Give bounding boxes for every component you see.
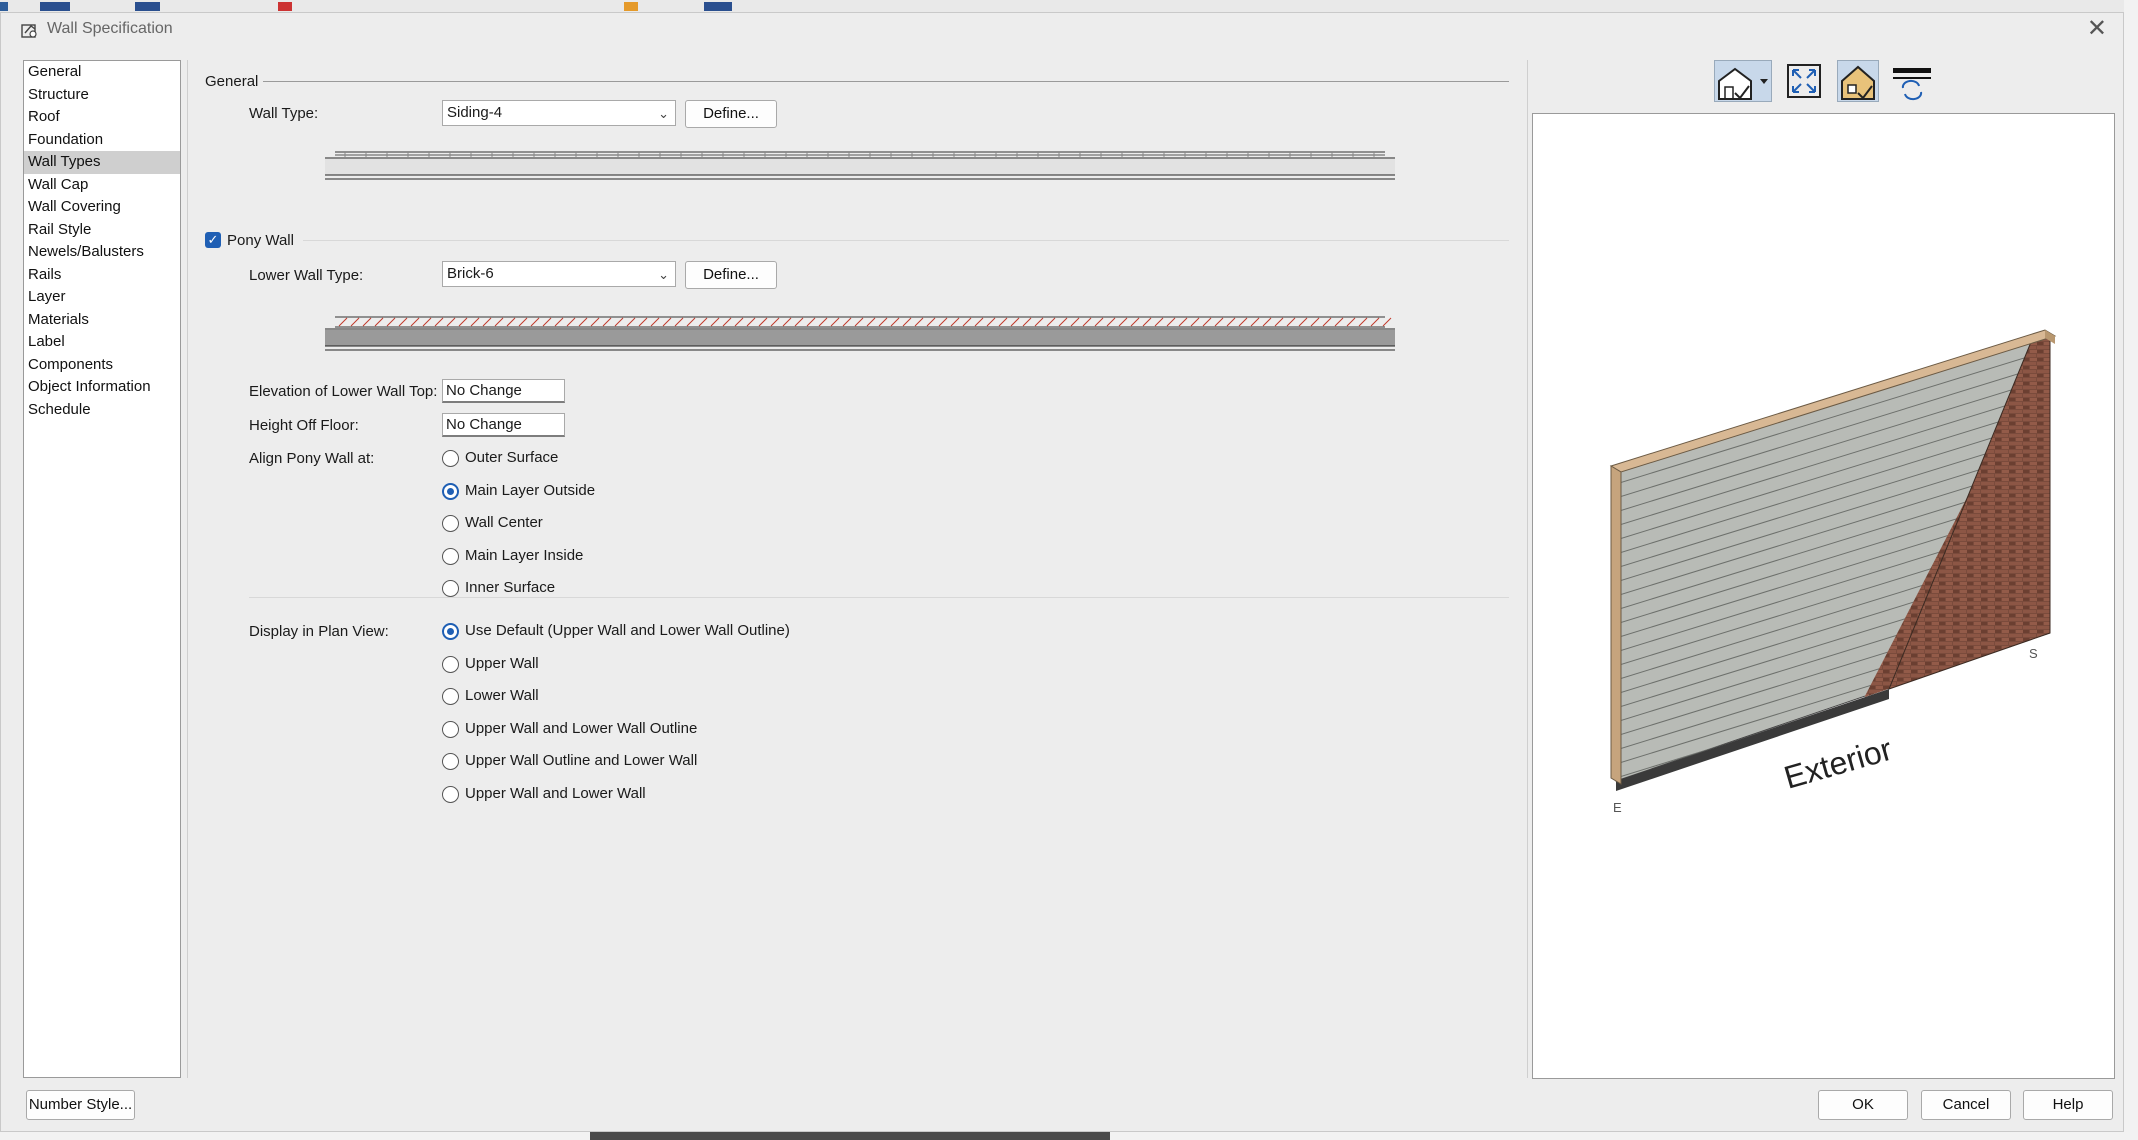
- nav-item-rail-style[interactable]: Rail Style: [24, 219, 180, 242]
- wall-specification-dialog: Wall Specification ✕ General Structure Roo…: [0, 12, 2124, 1132]
- app-toolbar-icon: [40, 2, 70, 11]
- nav-item-foundation[interactable]: Foundation: [24, 129, 180, 152]
- wall-3d-preview[interactable]: Exterior E S: [1532, 113, 2115, 1079]
- display-radio-3[interactable]: [442, 720, 459, 738]
- nav-item-general[interactable]: General: [24, 61, 180, 84]
- wall-layer-refresh-icon: [1893, 68, 1931, 101]
- elevation-input[interactable]: No Change: [442, 379, 565, 403]
- app-toolbar-icon: [0, 2, 8, 11]
- lower-wall-type-value: Brick-6: [447, 265, 494, 282]
- display-radio-label[interactable]: Use Default (Upper Wall and Lower Wall O…: [465, 622, 790, 639]
- nav-item-materials[interactable]: Materials: [24, 309, 180, 332]
- cancel-button[interactable]: Cancel: [1921, 1090, 2011, 1120]
- nav-item-label[interactable]: Label: [24, 331, 180, 354]
- nav-item-components[interactable]: Components: [24, 354, 180, 377]
- app-toolbar-icon: [704, 2, 732, 11]
- wall-types-panel: General Wall Type: Siding-4 ⌄ Define... …: [191, 60, 1511, 1078]
- corner-e-label: E: [1613, 800, 1622, 815]
- align-radio-2[interactable]: [442, 515, 459, 532]
- display-radio-1[interactable]: [442, 655, 459, 673]
- nav-item-schedule[interactable]: Schedule: [24, 399, 180, 422]
- wall-3d-render: Exterior E S: [1609, 329, 2057, 815]
- wall-type-value: Siding-4: [447, 104, 503, 121]
- panel-splitter[interactable]: [1527, 60, 1528, 1078]
- align-radio-4[interactable]: [442, 580, 459, 597]
- nav-item-roof[interactable]: Roof: [24, 106, 180, 129]
- align-radio-label[interactable]: Inner Surface: [465, 579, 555, 596]
- nav-item-structure[interactable]: Structure: [24, 84, 180, 107]
- align-radio-1[interactable]: [442, 482, 459, 500]
- house-view-button[interactable]: [1714, 60, 1772, 102]
- display-radio-label[interactable]: Upper Wall Outline and Lower Wall: [465, 752, 697, 769]
- display-radio-label[interactable]: Upper Wall and Lower Wall: [465, 785, 646, 802]
- nav-item-rails[interactable]: Rails: [24, 264, 180, 287]
- group-divider: [249, 597, 1509, 598]
- nav-item-wall-cap[interactable]: Wall Cap: [24, 174, 180, 197]
- height-off-floor-input[interactable]: No Change: [442, 413, 565, 437]
- nav-item-wall-covering[interactable]: Wall Covering: [24, 196, 180, 219]
- app-toolbar-icon: [278, 2, 292, 11]
- category-list: General Structure Roof Foundation Wall Types…: [23, 60, 181, 1078]
- nav-item-wall-types[interactable]: Wall Types: [24, 151, 180, 174]
- fit-view-icon: [1787, 64, 1821, 98]
- wall-layer-refresh-button[interactable]: [1891, 60, 1933, 102]
- display-radio-0[interactable]: [442, 623, 459, 640]
- nav-item-object-information[interactable]: Object Information: [24, 376, 180, 399]
- title-bar: Wall Specification ✕: [1, 13, 2123, 47]
- display-radio-5[interactable]: [442, 786, 459, 803]
- define-wall-type-button[interactable]: Define...: [685, 100, 777, 128]
- corner-s-label: S: [2029, 646, 2038, 661]
- display-in-plan-view-label: Display in Plan View:: [249, 623, 389, 640]
- group-divider: [263, 81, 1509, 82]
- align-radio-label[interactable]: Main Layer Outside: [465, 482, 595, 499]
- wall-type-select[interactable]: Siding-4 ⌄: [442, 100, 676, 126]
- align-radio-label[interactable]: Wall Center: [465, 514, 543, 531]
- help-button[interactable]: Help: [2023, 1090, 2113, 1120]
- materials-toggle-icon: [1841, 65, 1875, 100]
- chevron-down-icon: ⌄: [658, 106, 669, 121]
- general-group-heading: General: [205, 73, 259, 90]
- align-pony-wall-label: Align Pony Wall at:: [249, 450, 375, 467]
- display-radio-label[interactable]: Upper Wall and Lower Wall Outline: [465, 720, 697, 737]
- height-off-floor-label: Height Off Floor:: [249, 417, 359, 434]
- fit-view-button[interactable]: [1783, 60, 1825, 102]
- align-radio-label[interactable]: Outer Surface: [465, 449, 558, 466]
- app-logo-icon: [21, 24, 37, 38]
- align-radio-label[interactable]: Main Layer Inside: [465, 547, 583, 564]
- lower-wall-type-label: Lower Wall Type:: [249, 267, 364, 284]
- nav-item-layer[interactable]: Layer: [24, 286, 180, 309]
- display-radio-label[interactable]: Lower Wall: [465, 687, 539, 704]
- materials-toggle-button[interactable]: [1837, 60, 1879, 102]
- app-toolbar-icon: [624, 2, 638, 11]
- align-radio-3[interactable]: [442, 547, 459, 565]
- lower-wall-type-select[interactable]: Brick-6 ⌄: [442, 261, 676, 287]
- display-radio-4[interactable]: [442, 753, 459, 771]
- number-style-button[interactable]: Number Style...: [26, 1090, 135, 1120]
- elevation-label: Elevation of Lower Wall Top:: [249, 383, 438, 400]
- wall-type-layer-diagram: [325, 151, 1395, 180]
- display-radio-2[interactable]: [442, 688, 459, 706]
- exterior-label: Exterior: [1780, 731, 1896, 796]
- align-radio-0[interactable]: [442, 450, 459, 467]
- lower-wall-type-layer-diagram: [325, 316, 1395, 351]
- ok-button[interactable]: OK: [1818, 1090, 1908, 1120]
- pony-wall-checkbox[interactable]: ✓: [205, 232, 221, 248]
- chevron-down-icon: ⌄: [658, 267, 669, 282]
- define-lower-wall-type-button[interactable]: Define...: [685, 261, 777, 289]
- display-radio-label[interactable]: Upper Wall: [465, 655, 539, 672]
- panel-splitter[interactable]: [187, 60, 188, 1078]
- close-icon[interactable]: ✕: [2087, 17, 2107, 41]
- house-view-icon: [1718, 67, 1768, 100]
- background-app-toolbar: [0, 0, 2138, 12]
- wall-type-label: Wall Type:: [249, 105, 319, 122]
- background-app-edge: [2124, 0, 2138, 1140]
- group-divider: [303, 240, 1509, 241]
- dialog-title: Wall Specification: [47, 20, 173, 37]
- nav-item-newels-balusters[interactable]: Newels/Balusters: [24, 241, 180, 264]
- pony-wall-label: Pony Wall: [227, 232, 294, 249]
- app-toolbar-icon: [135, 2, 160, 11]
